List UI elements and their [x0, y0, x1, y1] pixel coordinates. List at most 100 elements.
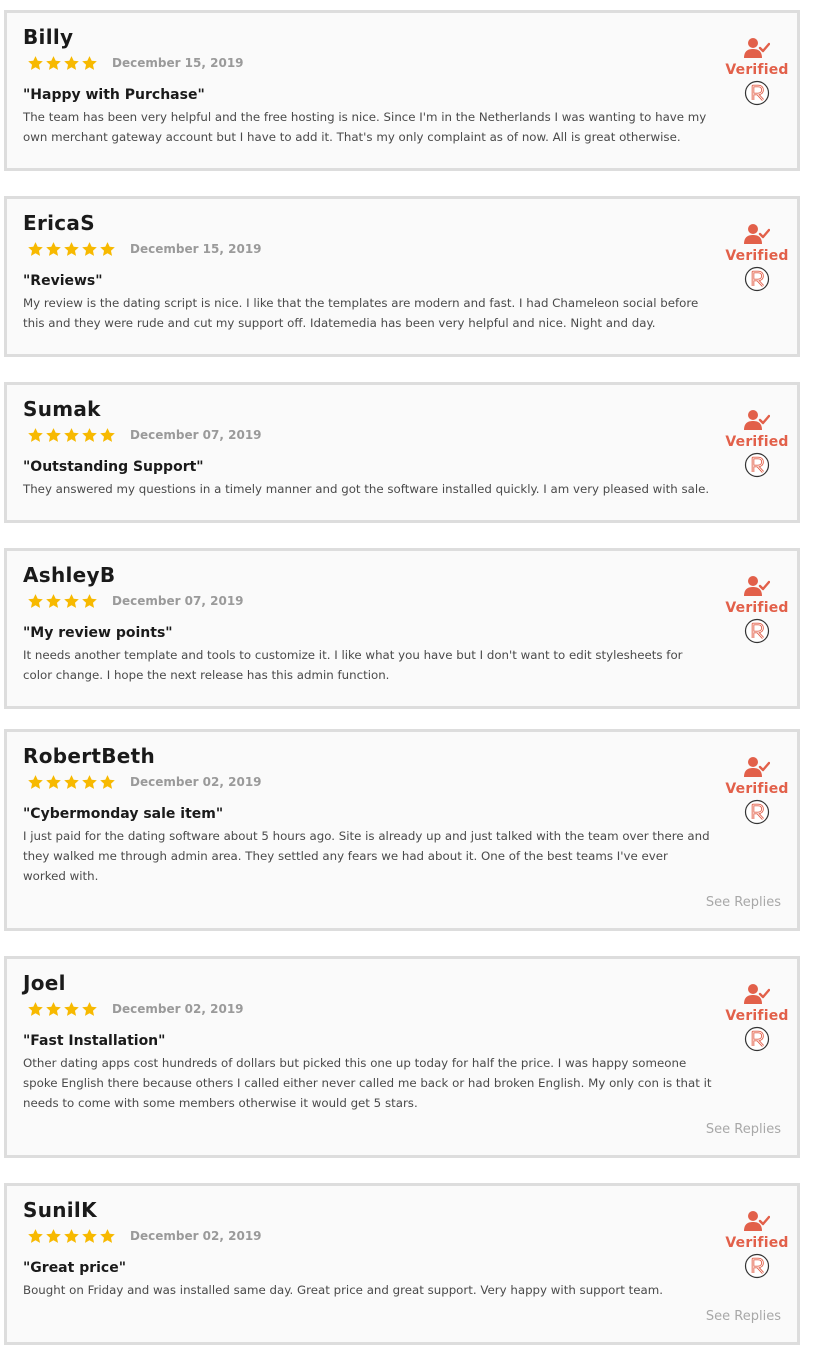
star-icon: [27, 1228, 44, 1245]
review-card: Billy December 15, 2019 "Happy with Purc…: [4, 10, 800, 171]
star-icon: [81, 1228, 98, 1245]
review-text: They answered my questions in a timely m…: [23, 482, 710, 496]
review-title: "Fast Installation": [23, 1033, 166, 1049]
see-replies-link[interactable]: See Replies: [706, 895, 781, 910]
star-icon: [81, 427, 98, 444]
star-rating: [27, 1001, 98, 1018]
reviewer-name: AshleyB: [23, 563, 116, 587]
star-icon: [63, 1228, 80, 1245]
verified-label: Verified: [725, 248, 789, 264]
verified-label: Verified: [725, 62, 789, 78]
verified-badge: Verified: [719, 756, 795, 825]
review-card: Sumak December 07, 2019 "Outstanding Sup…: [4, 382, 800, 523]
star-icon: [81, 593, 98, 610]
verified-badge: Verified: [719, 223, 795, 292]
review-title: "Great price": [23, 1260, 127, 1276]
review-text: The team has been very helpful and the f…: [23, 110, 707, 144]
star-icon: [81, 1001, 98, 1018]
user-check-icon: [719, 575, 795, 597]
review-text: My review is the dating script is nice. …: [23, 296, 699, 330]
star-icon: [27, 427, 44, 444]
review-date: December 02, 2019: [130, 1229, 262, 1243]
review-text: It needs another template and tools to c…: [23, 648, 683, 682]
star-icon: [63, 427, 80, 444]
review-title: "Reviews": [23, 273, 103, 289]
rating-row: December 02, 2019: [27, 1226, 262, 1246]
user-check-icon: [719, 756, 795, 778]
review-card: Joel December 02, 2019 "Fast Installatio…: [4, 956, 800, 1158]
star-icon: [45, 427, 62, 444]
star-icon: [45, 774, 62, 791]
review-date: December 07, 2019: [130, 428, 262, 442]
user-check-icon: [719, 223, 795, 245]
star-icon: [63, 55, 80, 72]
star-icon: [45, 55, 62, 72]
user-check-icon: [719, 1210, 795, 1232]
star-rating: [27, 55, 98, 72]
verified-badge: Verified: [719, 1210, 795, 1279]
star-icon: [99, 427, 116, 444]
star-icon: [27, 1001, 44, 1018]
verified-badge: Verified: [719, 409, 795, 478]
see-replies-link[interactable]: See Replies: [706, 1309, 781, 1324]
review-card: EricaS December 15, 2019 "Reviews" My re…: [4, 196, 800, 357]
review-title: "Happy with Purchase": [23, 87, 205, 103]
see-replies-link[interactable]: See Replies: [706, 1122, 781, 1137]
review-date: December 02, 2019: [130, 775, 262, 789]
verified-badge: Verified: [719, 575, 795, 644]
verified-label: Verified: [725, 781, 789, 797]
review-title: "Outstanding Support": [23, 459, 204, 475]
star-icon: [63, 774, 80, 791]
star-rating: [27, 774, 116, 791]
reviewer-name: EricaS: [23, 211, 95, 235]
rating-row: December 07, 2019: [27, 425, 262, 445]
r-logo-icon: [719, 266, 795, 292]
star-icon: [27, 593, 44, 610]
reviewer-name: Sumak: [23, 397, 101, 421]
reviewer-name: Billy: [23, 25, 74, 49]
rating-row: December 07, 2019: [27, 591, 244, 611]
review-date: December 07, 2019: [112, 594, 244, 608]
star-rating: [27, 593, 98, 610]
verified-label: Verified: [725, 434, 789, 450]
r-logo-icon: [719, 799, 795, 825]
star-icon: [45, 241, 62, 258]
r-logo-icon: [719, 80, 795, 106]
star-icon: [63, 593, 80, 610]
r-logo-icon: [719, 1026, 795, 1052]
verified-label: Verified: [725, 1008, 789, 1024]
verified-label: Verified: [725, 1235, 789, 1251]
star-icon: [99, 1228, 116, 1245]
user-check-icon: [719, 983, 795, 1005]
verified-badge: Verified: [719, 983, 795, 1052]
star-icon: [81, 774, 98, 791]
star-icon: [45, 1228, 62, 1245]
rating-row: December 15, 2019: [27, 239, 262, 259]
r-logo-icon: [719, 452, 795, 478]
star-rating: [27, 241, 116, 258]
review-text: I just paid for the dating software abou…: [23, 829, 710, 883]
star-icon: [27, 241, 44, 258]
review-text: Other dating apps cost hundreds of dolla…: [23, 1056, 712, 1110]
star-icon: [81, 55, 98, 72]
star-icon: [81, 241, 98, 258]
rating-row: December 02, 2019: [27, 772, 262, 792]
star-icon: [99, 241, 116, 258]
review-date: December 15, 2019: [130, 242, 262, 256]
reviewer-name: RobertBeth: [23, 744, 156, 768]
star-icon: [99, 774, 116, 791]
star-rating: [27, 427, 116, 444]
reviewer-name: SunilK: [23, 1198, 97, 1222]
user-check-icon: [719, 409, 795, 431]
review-title: "Cybermonday sale item": [23, 806, 224, 822]
review-date: December 02, 2019: [112, 1002, 244, 1016]
verified-badge: Verified: [719, 37, 795, 106]
star-icon: [63, 1001, 80, 1018]
star-icon: [63, 241, 80, 258]
reviewer-name: Joel: [23, 971, 66, 995]
review-card: AshleyB December 07, 2019 "My review poi…: [4, 548, 800, 709]
star-rating: [27, 1228, 116, 1245]
review-card: RobertBeth December 02, 2019 "Cybermonda…: [4, 729, 800, 931]
review-text: Bought on Friday and was installed same …: [23, 1283, 663, 1297]
review-title: "My review points": [23, 625, 173, 641]
